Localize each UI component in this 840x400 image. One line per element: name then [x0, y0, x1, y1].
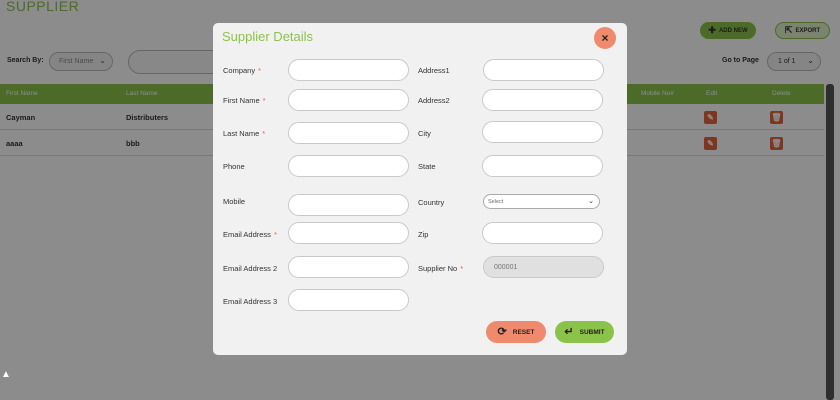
- address2-field[interactable]: [482, 89, 603, 111]
- last-name-label: Last Name *: [223, 129, 266, 138]
- first-name-field[interactable]: [288, 89, 409, 111]
- last-name-field[interactable]: [288, 122, 409, 144]
- reset-button[interactable]: ⟳ RESET: [486, 321, 546, 343]
- chevron-down-icon: ⌄: [588, 198, 594, 205]
- email-address-3-label: Email Address 3: [223, 297, 278, 306]
- state-label: State: [418, 162, 436, 171]
- email-address-label: Email Address *: [223, 230, 277, 239]
- email-address-2-field[interactable]: [288, 256, 409, 278]
- mobile-label: Mobile: [223, 197, 246, 206]
- close-icon[interactable]: ×: [594, 27, 616, 49]
- email-address-field[interactable]: [288, 222, 409, 244]
- address2-label: Address2: [418, 96, 450, 105]
- first-name-label: First Name *: [223, 96, 266, 105]
- mobile-field[interactable]: [288, 194, 409, 216]
- enter-icon: ↵: [564, 325, 574, 338]
- country-label: Country: [418, 198, 445, 207]
- mouse-cursor-icon: ▲: [1, 369, 11, 380]
- supplier-details-modal: Supplier Details × Company * First Name * …: [213, 23, 627, 355]
- address1-field[interactable]: [483, 59, 604, 81]
- email-address-2-label: Email Address 2: [223, 264, 278, 273]
- zip-label: Zip: [418, 230, 429, 239]
- city-field[interactable]: [482, 121, 603, 143]
- city-label: City: [418, 129, 431, 138]
- phone-field[interactable]: [288, 155, 409, 177]
- address1-label: Address1: [418, 66, 450, 75]
- supplier-no-field: [483, 256, 604, 278]
- submit-label: SUBMIT: [579, 328, 605, 336]
- zip-field[interactable]: [482, 222, 603, 244]
- state-field[interactable]: [482, 155, 603, 177]
- reset-label: RESET: [512, 328, 535, 336]
- phone-label: Phone: [223, 162, 245, 171]
- submit-button[interactable]: ↵ SUBMIT: [555, 321, 614, 343]
- modal-title: Supplier Details: [222, 29, 314, 44]
- company-field[interactable]: [288, 59, 409, 81]
- country-select-value: Select: [488, 198, 504, 205]
- company-label: Company *: [223, 66, 262, 75]
- country-select[interactable]: Select ⌄: [483, 194, 600, 209]
- supplier-no-label: Supplier No *: [418, 264, 464, 273]
- email-address-3-field[interactable]: [288, 289, 409, 311]
- refresh-icon: ⟳: [497, 325, 507, 338]
